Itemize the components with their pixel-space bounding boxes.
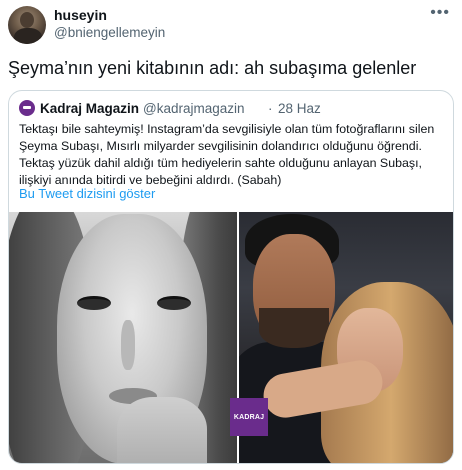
author-avatar[interactable] <box>8 6 46 44</box>
nose-shape <box>121 320 135 370</box>
quoted-body-line: Şeyma Subaşı, Mısırlı milyarder sevgilis… <box>19 139 422 153</box>
avatar-head-shape <box>20 12 34 28</box>
tweet: huseyin @bniengellemeyin ••• Şeyma’nın y… <box>0 0 462 470</box>
hand-shape <box>117 397 207 463</box>
eye-shape <box>157 296 191 310</box>
quoted-body: Tektaşı bile sahteymiş! Instagram’da sev… <box>19 121 449 189</box>
tweet-text: Şeyma’nın yeni kitabının adı: ah subaşım… <box>8 58 417 78</box>
quoted-author-handle[interactable]: @kadrajmagazin <box>143 101 245 116</box>
photo-left[interactable] <box>9 212 237 463</box>
separator-dot: · <box>268 101 273 116</box>
quoted-avatar[interactable] <box>19 100 35 116</box>
show-thread-link[interactable]: Bu Tweet dizisini göster <box>19 186 155 201</box>
quoted-body-line: Tektaş yüzük dahil aldığı tüm hediyeleri… <box>19 156 422 170</box>
avatar-body-shape <box>14 28 42 44</box>
author-handle[interactable]: @bniengellemeyin <box>54 25 165 40</box>
photo-right[interactable] <box>239 212 453 463</box>
quoted-author-name[interactable]: Kadraj Magazin <box>40 101 139 116</box>
author-name[interactable]: huseyin <box>54 7 107 23</box>
eye-shape <box>77 296 111 310</box>
quoted-tweet[interactable]: Kadraj Magazin @kadrajmagazin · 28 Haz T… <box>8 90 454 464</box>
quoted-body-line: Tektaşı bile sahteymiş! Instagram’da sev… <box>19 122 435 136</box>
kadraj-watermark-logo: KADRAJ <box>230 398 268 436</box>
quoted-date[interactable]: 28 Haz <box>278 101 321 116</box>
man-beard-shape <box>259 308 329 348</box>
more-horizontal-icon[interactable]: ••• <box>430 4 450 22</box>
